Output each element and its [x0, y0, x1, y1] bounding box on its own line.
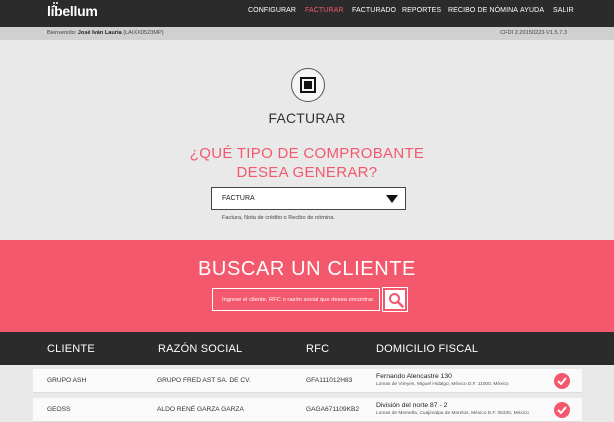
nav-salir[interactable]: SALIR — [553, 7, 574, 14]
chevron-down-icon[interactable] — [386, 195, 398, 203]
cell-razon-social: GRUPO FRED AST SA. DE CV. — [157, 377, 251, 384]
search-client-section: BUSCAR UN CLIENTE — [0, 240, 614, 332]
cell-cliente: GEOSS — [47, 406, 71, 413]
comprobante-type-select[interactable]: FACTURA — [211, 187, 406, 210]
header-razon-social[interactable]: RAZÓN SOCIAL — [158, 343, 242, 355]
checkmark-icon — [557, 377, 567, 385]
version-text: CFDI 2.20150223-V1.5.7.3 — [500, 30, 567, 36]
cell-domicilio: División del norte 87 - 2 — [376, 402, 448, 409]
client-search-input[interactable] — [212, 288, 380, 311]
nav-facturado[interactable]: FACTURADO — [352, 7, 396, 14]
question-line-1: ¿QUÉ TIPO DE COMPROBANTE — [189, 145, 425, 162]
cell-cliente: GRUPO ASH — [47, 377, 87, 384]
nav-facturar[interactable]: FACTURAR — [305, 7, 344, 14]
user-rfc: (LAIXX0523MP) — [123, 30, 164, 36]
checkmark-icon — [557, 406, 567, 414]
select-client-check-icon[interactable] — [554, 402, 570, 418]
header-cliente[interactable]: CLIENTE — [47, 343, 95, 355]
select-client-check-icon[interactable] — [554, 373, 570, 389]
table-row[interactable]: GEOSS ALDO RENÉ GARZA GARZA GAGA671109KB… — [33, 398, 582, 422]
cell-rfc: GFA111012H83 — [306, 377, 353, 384]
header-rfc[interactable]: RFC — [306, 343, 329, 355]
welcome-text: Bienvenido: José Iván Lauria (LAIXX0523M… — [47, 30, 164, 36]
clients-table-header: CLIENTE RAZÓN SOCIAL RFC DOMICILIO FISCA… — [0, 332, 614, 365]
brand-logo[interactable]: libellum — [47, 3, 98, 19]
page-title: FACTURAR — [268, 110, 346, 126]
search-icon — [389, 293, 404, 308]
invoice-square-icon — [291, 68, 325, 102]
comprobante-question: ¿QUÉ TIPO DE COMPROBANTE DESEA GENERAR? — [0, 144, 614, 182]
cell-domicilio: Fernando Alencastre 130 — [376, 373, 452, 380]
cell-razon-social: ALDO RENÉ GARZA GARZA — [157, 406, 244, 413]
select-hint: Factura, Nota de crédito o Recibo de nóm… — [222, 215, 335, 221]
welcome-label: Bienvenido: — [47, 30, 77, 36]
search-button[interactable] — [382, 287, 408, 312]
header-domicilio-fiscal[interactable]: DOMICILIO FISCAL — [376, 343, 478, 355]
nav-configurar[interactable]: CONFIGURAR — [248, 7, 296, 14]
nav-ayuda[interactable]: AYUDA — [520, 7, 544, 14]
info-bar: Bienvenido: José Iván Lauria (LAIXX0523M… — [0, 27, 614, 40]
question-line-2: DESEA GENERAR? — [236, 164, 378, 181]
nav-recibo-nomina[interactable]: RECIBO DE NÓMINA — [448, 7, 518, 14]
top-navbar: libellum CONFIGURAR FACTURAR FACTURADO R… — [0, 0, 614, 27]
cell-rfc: GAGA671109KB2 — [306, 406, 360, 413]
cell-domicilio-detalle: Lomas de Memetla, Cuajimalpa de Morelos,… — [376, 411, 529, 416]
search-section-title: BUSCAR UN CLIENTE — [197, 258, 416, 280]
select-value: FACTURA — [222, 195, 255, 202]
user-name: José Iván Lauria — [77, 30, 122, 36]
table-row[interactable]: GRUPO ASH GRUPO FRED AST SA. DE CV. GFA1… — [33, 369, 582, 393]
nav-reportes[interactable]: REPORTES — [402, 7, 441, 14]
cell-domicilio-detalle: Lomas de Vireyes, Miguel Hidalgo, México… — [376, 382, 509, 387]
